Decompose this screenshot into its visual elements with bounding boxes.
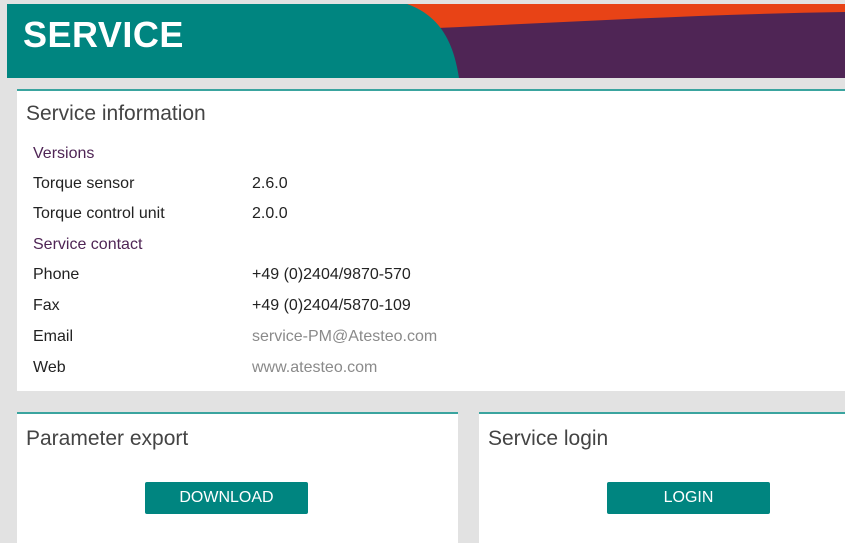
service-login-card: Service login LOGIN	[479, 412, 845, 543]
email-label: Email	[33, 328, 74, 345]
torque-sensor-value: 2.6.0	[252, 175, 288, 192]
login-button[interactable]: LOGIN	[607, 482, 770, 514]
page-title: SERVICE	[23, 14, 184, 55]
torque-sensor-label: Torque sensor	[33, 175, 135, 192]
service-contact-heading: Service contact	[33, 236, 143, 253]
service-information-title: Service information	[26, 102, 206, 125]
service-login-title: Service login	[488, 427, 609, 450]
control-unit-value: 2.0.0	[252, 205, 288, 222]
versions-heading: Versions	[33, 145, 95, 162]
email-link[interactable]: service-PM@Atesteo.com	[252, 328, 437, 346]
service-information-card: Service information Versions Torque sens…	[17, 89, 845, 391]
download-button[interactable]: DOWNLOAD	[145, 482, 308, 514]
fax-value: +49 (0)2404/5870-109	[252, 297, 411, 314]
phone-label: Phone	[33, 266, 80, 283]
web-label: Web	[33, 359, 66, 376]
phone-value: +49 (0)2404/9870-570	[252, 266, 411, 283]
control-unit-label: Torque control unit	[33, 205, 165, 222]
parameter-export-title: Parameter export	[26, 427, 189, 450]
web-link[interactable]: www.atesteo.com	[252, 359, 377, 377]
header-banner: SERVICE	[7, 4, 845, 78]
fax-label: Fax	[33, 297, 60, 314]
parameter-export-card: Parameter export DOWNLOAD	[17, 412, 458, 543]
